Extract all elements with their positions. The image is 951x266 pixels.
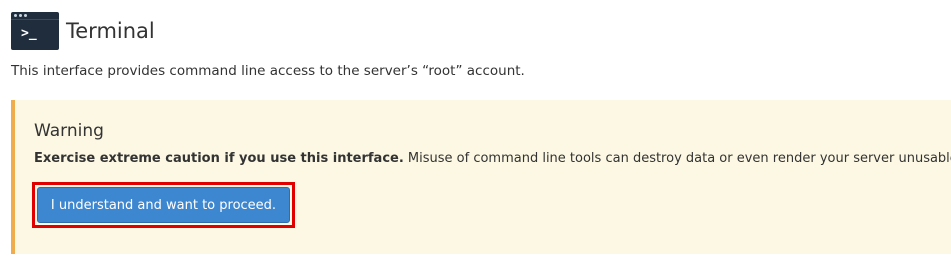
warning-detail: Misuse of command line tools can destroy…	[403, 151, 951, 166]
page-description: This interface provides command line acc…	[11, 63, 525, 79]
window-dot	[19, 14, 22, 17]
proceed-button[interactable]: I understand and want to proceed.	[37, 187, 290, 223]
window-dots	[14, 14, 27, 17]
window-title-bar	[11, 19, 59, 20]
terminal-icon: >_	[11, 12, 59, 50]
terminal-prompt-glyph: >_	[21, 26, 37, 41]
page-header: >_ Terminal	[11, 12, 155, 50]
window-dot	[24, 14, 27, 17]
terminal-page: >_ Terminal This interface provides comm…	[0, 0, 951, 266]
warning-callout: Warning Exercise extreme caution if you …	[11, 100, 951, 254]
page-title: Terminal	[66, 19, 155, 43]
warning-emphasis: Exercise extreme caution if you use this…	[34, 151, 404, 166]
warning-message: Exercise extreme caution if you use this…	[34, 151, 951, 166]
window-dot	[14, 14, 17, 17]
warning-title: Warning	[34, 121, 104, 141]
